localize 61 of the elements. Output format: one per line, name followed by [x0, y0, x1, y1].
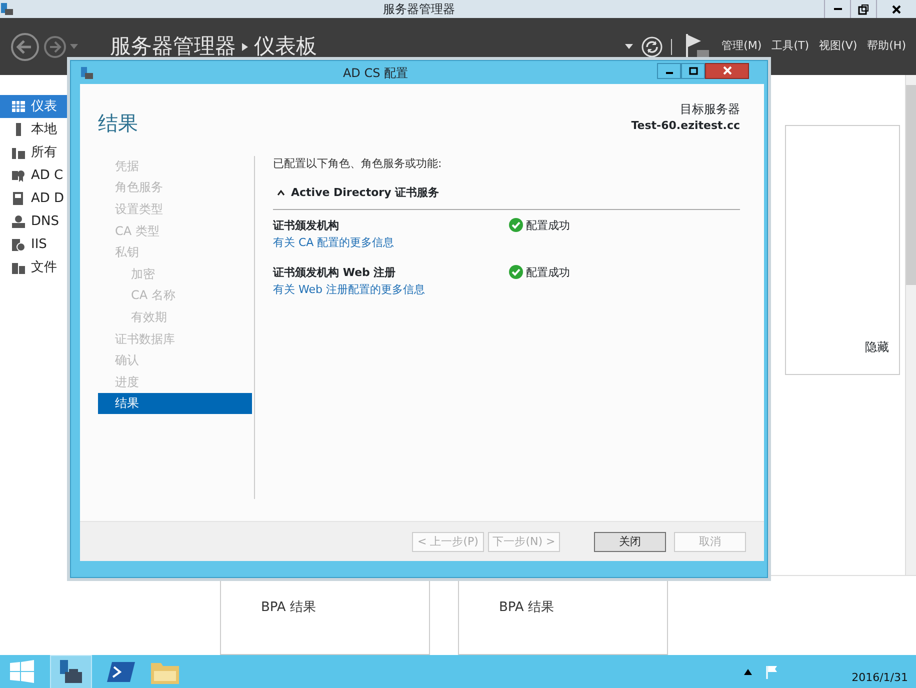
windows-start-icon[interactable] [8, 658, 36, 684]
target-label: 目标服务器 [680, 101, 740, 118]
intro-text: 已配置以下角色、角色服务或功能: [273, 156, 443, 172]
sidebar-item[interactable]: AD C [0, 164, 70, 187]
wizard-step[interactable]: 结果 [98, 392, 252, 414]
cert-icon [12, 169, 25, 182]
server-manager-icon [57, 658, 85, 686]
sidebar-item[interactable]: 所有 [0, 141, 70, 164]
breadcrumb-item: 仪表板 [254, 32, 317, 60]
tile-label[interactable]: BPA 结果 [261, 598, 429, 618]
maximize-icon [688, 66, 698, 74]
success-check-icon [509, 218, 523, 232]
collapse-icon [277, 190, 285, 196]
dialog-title: AD CS 配置 [342, 64, 410, 82]
back-icon[interactable] [10, 32, 40, 62]
close-icon [891, 4, 902, 14]
tray-up-icon[interactable] [744, 668, 752, 674]
sidebar-item[interactable]: 文件 [0, 256, 70, 279]
sidebar-item[interactable]: 仪表 [0, 95, 70, 118]
servers-icon [12, 146, 25, 159]
sidebar-item[interactable]: AD D [0, 187, 70, 210]
section-title: Active Directory 证书服务 [291, 184, 440, 200]
sidebar-item[interactable]: 本地 [0, 118, 70, 141]
grid-icon [12, 100, 25, 113]
breadcrumb-item[interactable]: 服务器管理器 [110, 30, 236, 62]
menu-item[interactable]: 工具(T) [772, 38, 810, 55]
status-text: 配置成功 [526, 218, 570, 234]
minimize-icon [834, 8, 842, 10]
taskbar-item[interactable] [50, 654, 92, 688]
files-icon [12, 261, 25, 274]
success-check-icon [509, 265, 523, 279]
close-icon [722, 66, 732, 75]
window-title: 服务器管理器 [382, 1, 456, 18]
dropdown-icon[interactable] [624, 44, 633, 50]
app-icon [0, 2, 14, 16]
clock-date[interactable]: 2016/1/31 [852, 670, 908, 687]
page-heading: 结果 [98, 110, 139, 137]
more-info-link[interactable]: 有关 CA 配置的更多信息 [273, 234, 509, 251]
forward-icon[interactable] [43, 34, 67, 58]
minimize-button[interactable] [657, 62, 681, 78]
refresh-icon[interactable] [640, 36, 663, 58]
menu-item[interactable]: 视图(V) [819, 38, 858, 55]
tile-label[interactable]: BPA 结果 [499, 598, 667, 618]
role-name: 证书颁发机构 Web 注册 [273, 265, 397, 281]
app-icon [80, 66, 94, 80]
status-text: 配置成功 [526, 265, 570, 281]
sidebar-item[interactable]: IIS [0, 233, 70, 256]
close-button[interactable] [705, 62, 749, 78]
wizard-button[interactable]: 关闭 [594, 532, 666, 552]
more-info-link[interactable]: 有关 Web 注册配置的更多信息 [273, 282, 509, 298]
scrollbar-thumb[interactable] [906, 85, 916, 285]
role-name: 证书颁发机构 [273, 218, 340, 234]
restore-icon [858, 4, 869, 14]
target-server: Test-60.ezitest.cc [631, 118, 740, 134]
menu-item[interactable]: 帮助(H) [867, 38, 906, 55]
hide-label[interactable]: 隐藏 [865, 338, 889, 356]
maximize-button[interactable] [681, 62, 705, 78]
menu-item[interactable]: 管理(M) [722, 38, 762, 55]
sidebar-item[interactable]: DNS [0, 210, 70, 233]
section-header[interactable]: Active Directory 证书服务 [273, 184, 740, 210]
breadcrumb-arrow-icon [242, 42, 248, 50]
